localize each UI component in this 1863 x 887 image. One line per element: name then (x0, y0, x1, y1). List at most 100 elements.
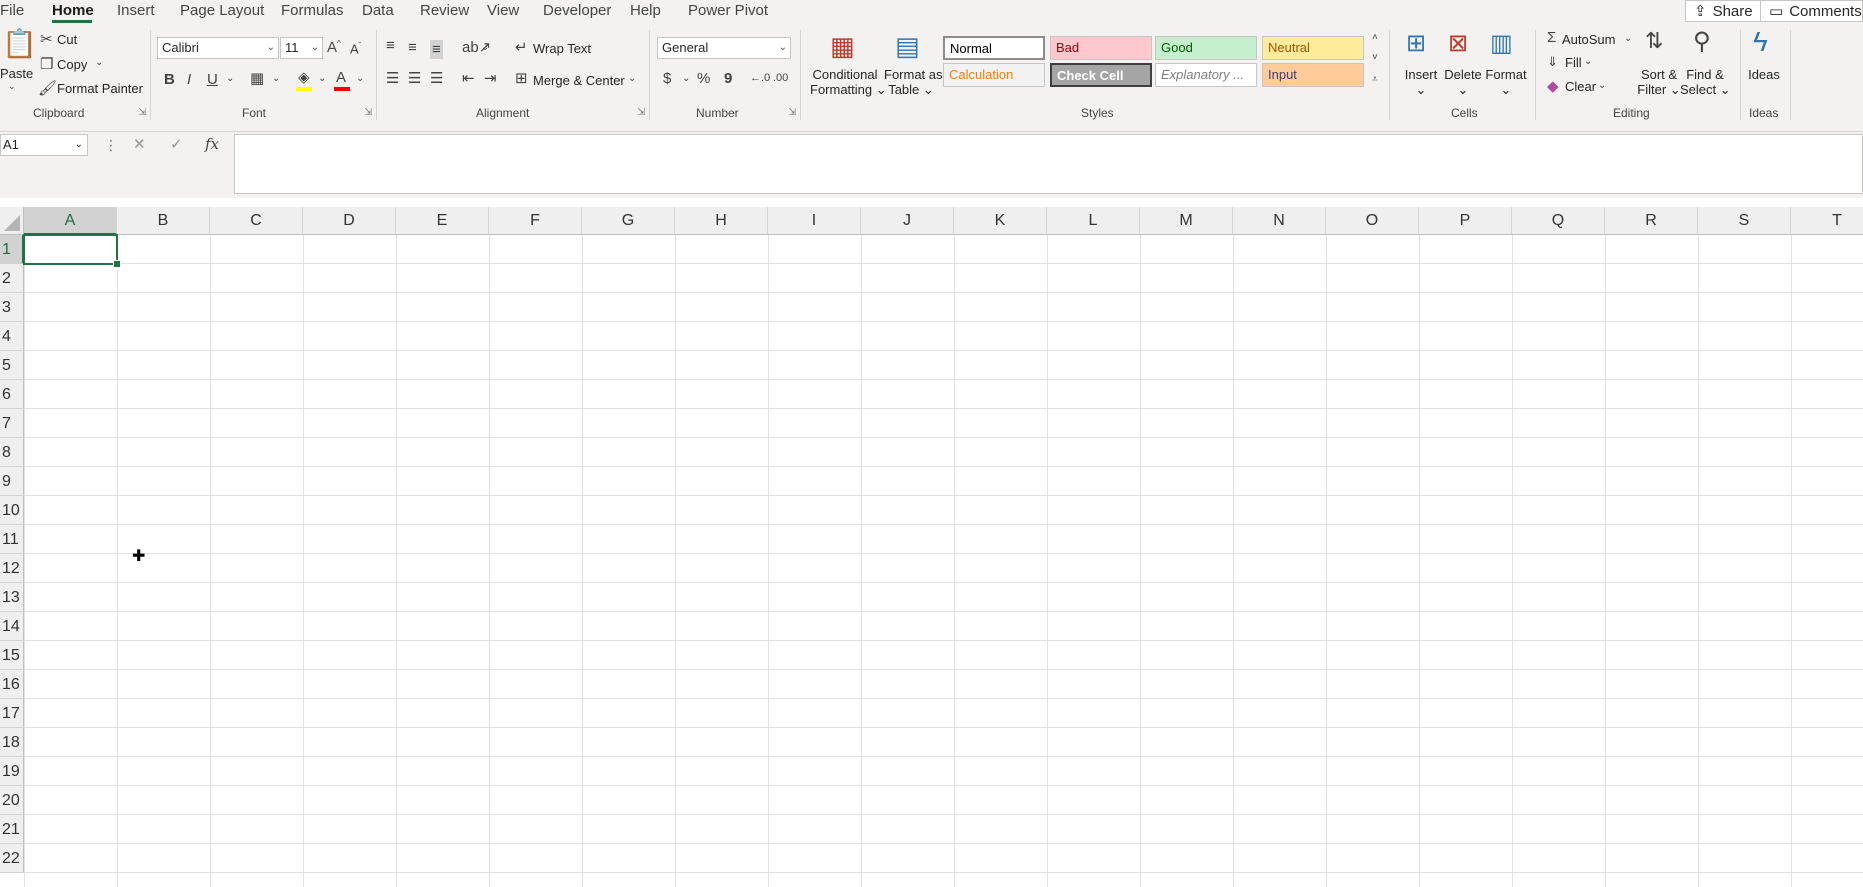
sort-filter-button[interactable]: Sort & Filter ⌄ (1634, 67, 1684, 97)
format-as-table-icon[interactable]: ▤ (895, 33, 920, 59)
merge-center-button[interactable]: Merge & Center (533, 73, 625, 88)
insert-function-icon[interactable]: fx (205, 137, 219, 152)
fill-handle[interactable] (113, 260, 121, 268)
borders-icon[interactable]: ▦ (250, 71, 264, 86)
cell-style-good[interactable]: Good (1155, 36, 1257, 60)
paste-icon[interactable]: 📋 (2, 30, 37, 58)
chevron-down-icon[interactable]: ⌄ (1598, 81, 1606, 91)
chevron-down-icon[interactable]: ⌄ (356, 74, 364, 84)
currency-format-button[interactable]: $ (663, 71, 671, 86)
column-header-f[interactable]: F (489, 207, 582, 235)
autosum-button[interactable]: AutoSum (1562, 32, 1615, 47)
column-header-a[interactable]: A (24, 207, 117, 235)
align-bottom-icon[interactable]: ≡ (430, 40, 443, 59)
align-center-icon[interactable]: ☰ (408, 71, 421, 86)
chevron-down-icon[interactable]: ⌄ (682, 74, 690, 84)
row-header-5[interactable]: 5 (0, 351, 24, 380)
dialog-launcher-icon[interactable]: ⇲ (788, 107, 796, 118)
row-header-10[interactable]: 10 (0, 496, 24, 525)
font-color-button[interactable]: A (336, 70, 346, 85)
chevron-down-icon[interactable]: ⌄ (272, 74, 280, 84)
row-header-6[interactable]: 6 (0, 380, 24, 409)
decrease-indent-icon[interactable]: ⇤ (462, 71, 475, 86)
column-header-d[interactable]: D (303, 207, 396, 235)
fill-button[interactable]: Fill (1565, 55, 1582, 70)
percent-format-button[interactable]: % (697, 71, 710, 86)
column-header-s[interactable]: S (1698, 207, 1791, 235)
sort-filter-icon[interactable]: ⇅ (1645, 30, 1663, 52)
row-header-11[interactable]: 11 (0, 525, 24, 554)
format-cells-icon[interactable]: ▥ (1490, 32, 1513, 56)
chevron-down-icon[interactable]: ⌄ (95, 58, 103, 68)
tab-insert[interactable]: Insert (117, 2, 155, 19)
lightning-icon[interactable]: ϟ (1753, 28, 1768, 56)
wrap-text-button[interactable]: Wrap Text (533, 41, 591, 56)
cell-style-input[interactable]: Input (1262, 63, 1364, 87)
tab-power-pivot[interactable]: Power Pivot (688, 2, 768, 19)
align-middle-icon[interactable]: ≡ (408, 40, 417, 55)
column-header-q[interactable]: Q (1512, 207, 1605, 235)
dialog-launcher-icon[interactable]: ⇲ (138, 107, 146, 118)
row-header-8[interactable]: 8 (0, 438, 24, 467)
row-header-14[interactable]: 14 (0, 612, 24, 641)
merge-center-icon[interactable]: ⊞ (515, 71, 528, 86)
row-header-3[interactable]: 3 (0, 293, 24, 322)
column-header-p[interactable]: P (1419, 207, 1512, 235)
paste-button[interactable]: Paste (0, 66, 33, 81)
align-right-icon[interactable]: ☰ (430, 71, 443, 86)
conditional-formatting-icon[interactable]: ▦ (830, 33, 855, 59)
chevron-down-icon[interactable]: ⌄ (318, 74, 326, 84)
increase-font-size-icon[interactable]: A^ (327, 40, 341, 56)
column-header-n[interactable]: N (1233, 207, 1326, 235)
cell-style-bad[interactable]: Bad (1050, 36, 1152, 60)
row-header-20[interactable]: 20 (0, 786, 24, 815)
column-header-e[interactable]: E (396, 207, 489, 235)
tab-developer[interactable]: Developer (543, 2, 611, 19)
scissors-icon[interactable]: ✂ (40, 32, 53, 47)
font-size-select[interactable]: 11 ⌄ (280, 37, 323, 59)
more-options-icon[interactable]: ⋮ (104, 138, 118, 152)
formula-input[interactable] (234, 134, 1863, 194)
number-format-select[interactable]: General ⌄ (657, 37, 791, 59)
dialog-launcher-icon[interactable]: ⇲ (637, 107, 645, 118)
delete-cells-button[interactable]: Delete ⌄ (1443, 67, 1483, 97)
cell-style-calculation[interactable]: Calculation (943, 63, 1045, 87)
fill-down-icon[interactable]: ⇓ (1547, 55, 1558, 68)
column-header-b[interactable]: B (117, 207, 210, 235)
increase-indent-icon[interactable]: ⇥ (484, 71, 497, 86)
check-icon[interactable]: ✓ (170, 137, 183, 152)
find-select-button[interactable]: Find & Select ⌄ (1680, 67, 1731, 97)
row-header-21[interactable]: 21 (0, 815, 24, 844)
row-header-12[interactable]: 12 (0, 554, 24, 583)
tab-formulas[interactable]: Formulas (281, 2, 344, 19)
tab-home[interactable]: Home (52, 2, 94, 19)
row-header-19[interactable]: 19 (0, 757, 24, 786)
insert-cells-button[interactable]: Insert ⌄ (1403, 67, 1439, 97)
share-button[interactable]: ⇪ Share (1685, 0, 1763, 22)
chevron-down-icon[interactable]: ⌄ (226, 74, 234, 84)
copy-button[interactable]: Copy (57, 57, 87, 72)
chevron-down-icon[interactable]: ˅ (1372, 53, 1378, 63)
cell-style-check-cell[interactable]: Check Cell (1050, 63, 1152, 87)
insert-cells-icon[interactable]: ⊞ (1406, 32, 1426, 56)
row-header-15[interactable]: 15 (0, 641, 24, 670)
row-header-9[interactable]: 9 (0, 467, 24, 496)
cell-style-explanatory[interactable]: Explanatory ... (1155, 63, 1257, 87)
decrease-font-size-icon[interactable]: Aˇ (350, 42, 361, 56)
format-as-table-button[interactable]: Format as Table ⌄ (884, 67, 943, 97)
chevron-down-icon[interactable]: ⌄ (481, 43, 489, 53)
select-all-corner[interactable] (0, 207, 24, 235)
chevron-down-icon[interactable]: ⌄ (1584, 57, 1592, 67)
row-header-2[interactable]: 2 (0, 264, 24, 293)
active-cell[interactable] (23, 234, 118, 265)
chevron-down-icon[interactable]: ⌄ (8, 82, 16, 91)
cancel-icon[interactable]: ✕ (133, 137, 146, 152)
delete-cells-icon[interactable]: ⊠ (1448, 32, 1468, 56)
cell-style-neutral[interactable]: Neutral (1262, 36, 1364, 60)
chevron-down-icon[interactable]: ⌄ (1624, 34, 1632, 44)
tab-page-layout[interactable]: Page Layout (180, 2, 264, 19)
row-header-1[interactable]: 1 (0, 235, 24, 264)
tab-help[interactable]: Help (630, 2, 661, 19)
paintbrush-icon[interactable]: 🖌 (38, 81, 57, 96)
copy-icon[interactable]: ❐ (40, 57, 53, 72)
